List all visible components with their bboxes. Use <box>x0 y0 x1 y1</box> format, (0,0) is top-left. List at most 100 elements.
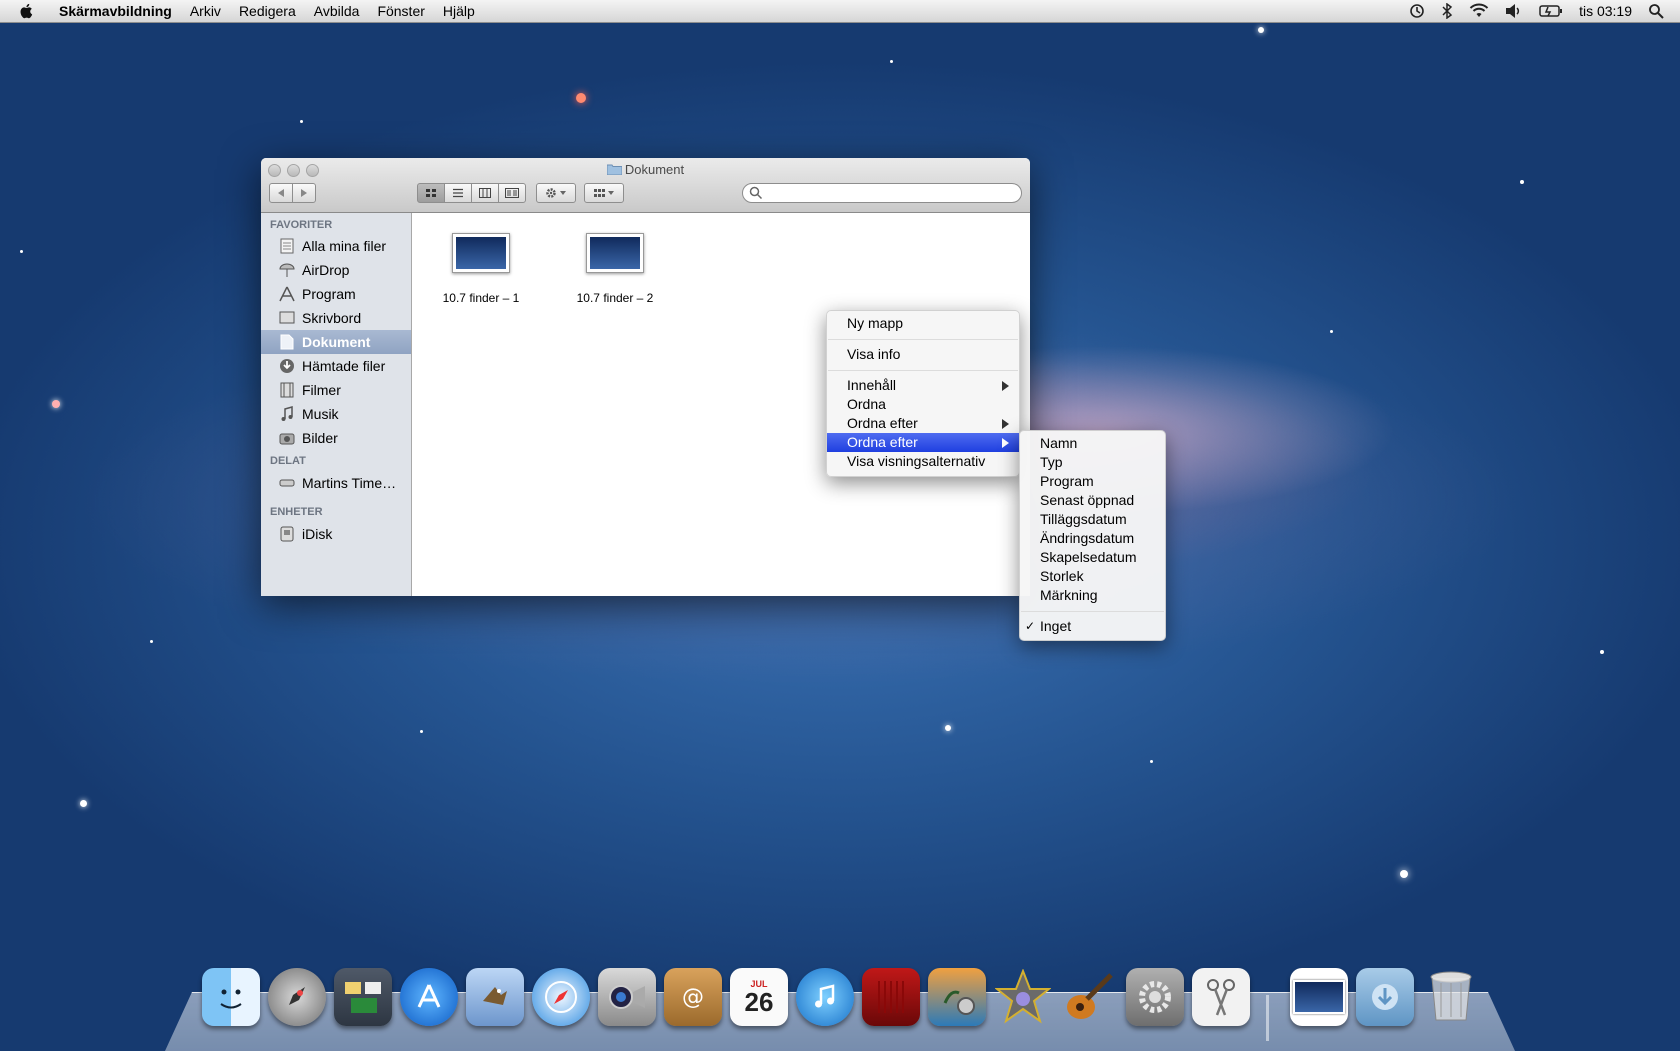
submenu-item-last-opened[interactable]: Senast öppnad <box>1020 491 1165 510</box>
downloads-stack-icon[interactable] <box>1356 968 1414 1026</box>
column-view-icon <box>479 188 491 198</box>
file-item[interactable]: 10.7 finder – 2 <box>560 233 670 305</box>
menu-item-arrange[interactable]: Ordna <box>827 395 1019 414</box>
search-field[interactable] <box>742 183 1022 203</box>
clock[interactable]: tis 03:19 <box>1579 3 1632 19</box>
sidebar-item-filmer[interactable]: Filmer <box>261 378 411 402</box>
icon-view-button[interactable] <box>417 183 445 203</box>
system-preferences-icon[interactable] <box>1126 968 1184 1026</box>
submenu-item-date-added[interactable]: Tilläggsdatum <box>1020 510 1165 529</box>
mission-control-icon[interactable] <box>334 968 392 1026</box>
menu-item-new-folder[interactable]: Ny mapp <box>827 314 1019 333</box>
sidebar-item-idisk[interactable]: iDisk <box>261 522 411 546</box>
spotlight-icon[interactable] <box>1648 3 1664 19</box>
trash-icon[interactable] <box>1422 968 1480 1026</box>
menu-hjalp[interactable]: Hjälp <box>434 0 484 22</box>
arrange-grid-icon <box>594 189 614 197</box>
star <box>1600 650 1604 654</box>
photo-booth-icon[interactable] <box>862 968 920 1026</box>
sidebar-item-downloads[interactable]: Hämtade filer <box>261 354 411 378</box>
star <box>1330 330 1333 333</box>
sidebar-item-label: AirDrop <box>302 262 350 278</box>
file-thumbnail <box>452 233 510 273</box>
sidebar-item-bilder[interactable]: Bilder <box>261 426 411 450</box>
icon-view-icon <box>426 189 436 197</box>
menu-arkiv[interactable]: Arkiv <box>181 0 230 22</box>
sidebar-item-all-files[interactable]: Alla mina filer <box>261 234 411 258</box>
menu-item-label: Ordna efter <box>847 415 918 431</box>
sidebar-item-program[interactable]: Program <box>261 282 411 306</box>
arrange-by-submenu: Namn Typ Program Senast öppnad Tilläggsd… <box>1019 430 1166 641</box>
submenu-item-none[interactable]: ✓ Inget <box>1020 617 1165 636</box>
column-view-button[interactable] <box>471 183 499 203</box>
submenu-item-name[interactable]: Namn <box>1020 434 1165 453</box>
sidebar-item-dokument[interactable]: Dokument <box>261 330 411 354</box>
facetime-icon[interactable] <box>598 968 656 1026</box>
file-name: 10.7 finder – 2 <box>576 291 654 305</box>
sidebar-item-label: Martins Time… <box>302 475 397 491</box>
submenu-item-date-created[interactable]: Skapelsedatum <box>1020 548 1165 567</box>
iphoto-icon[interactable] <box>928 968 986 1026</box>
grab-icon[interactable] <box>1192 968 1250 1026</box>
bluetooth-icon[interactable] <box>1441 3 1453 19</box>
airdrop-icon <box>279 262 295 278</box>
list-view-button[interactable] <box>444 183 472 203</box>
safari-icon[interactable] <box>532 968 590 1026</box>
sidebar-item-skrivbord[interactable]: Skrivbord <box>261 306 411 330</box>
ical-icon[interactable]: JUL 26 <box>730 968 788 1026</box>
devices-header: ENHETER <box>270 506 323 518</box>
submenu-item-size[interactable]: Storlek <box>1020 567 1165 586</box>
checkmark-icon: ✓ <box>1025 619 1036 633</box>
file-item[interactable]: 10.7 finder – 1 <box>426 233 536 305</box>
menu-item-arrange-by[interactable]: Ordna efter <box>827 414 1019 433</box>
menu-item-arrange-by-highlighted[interactable]: Ordna efter <box>827 433 1019 452</box>
sidebar-item-label: Filmer <box>302 382 341 398</box>
time-machine-icon[interactable] <box>1409 3 1425 19</box>
downloads-icon <box>279 358 295 374</box>
garageband-icon[interactable] <box>1060 968 1118 1026</box>
menu-item-content[interactable]: Innehåll <box>827 376 1019 395</box>
list-view-icon <box>453 188 463 198</box>
star <box>1520 180 1524 184</box>
wifi-icon[interactable] <box>1469 3 1489 19</box>
address-book-icon[interactable]: @ <box>664 968 722 1026</box>
status-area: tis 03:19 <box>1401 0 1680 22</box>
itunes-icon[interactable] <box>796 968 854 1026</box>
action-menu-button[interactable] <box>536 183 576 203</box>
menu-item-view-options[interactable]: Visa visningsalternativ <box>827 452 1019 471</box>
menu-redigera[interactable]: Redigera <box>230 0 305 22</box>
forward-button[interactable] <box>292 183 316 203</box>
screenshot-stack-icon[interactable] <box>1290 968 1348 1026</box>
arrange-button[interactable] <box>584 183 624 203</box>
sidebar-item-musik[interactable]: Musik <box>261 402 411 426</box>
sidebar-item-airdrop[interactable]: AirDrop <box>261 258 411 282</box>
app-menu[interactable]: Skärmavbildning <box>50 0 181 22</box>
launchpad-icon[interactable] <box>268 968 326 1026</box>
mail-icon[interactable] <box>466 968 524 1026</box>
submenu-item-label[interactable]: Märkning <box>1020 586 1165 605</box>
network-drive-icon <box>279 475 295 491</box>
submenu-item-date-modified[interactable]: Ändringsdatum <box>1020 529 1165 548</box>
cover-flow-button[interactable] <box>498 183 526 203</box>
back-button[interactable] <box>269 183 293 203</box>
star <box>80 800 87 807</box>
sidebar-item-label: Bilder <box>302 430 338 446</box>
submenu-item-kind[interactable]: Typ <box>1020 453 1165 472</box>
volume-icon[interactable] <box>1505 3 1523 19</box>
menu-separator <box>828 339 1018 340</box>
sidebar-item-label: Skrivbord <box>302 310 362 326</box>
submenu-item-application[interactable]: Program <box>1020 472 1165 491</box>
menu-avbilda[interactable]: Avbilda <box>305 0 369 22</box>
menu-item-get-info[interactable]: Visa info <box>827 345 1019 364</box>
menu-fonster[interactable]: Fönster <box>368 0 433 22</box>
menu-bar: Skärmavbildning Arkiv Redigera Avbilda F… <box>0 0 1680 23</box>
star <box>300 120 303 123</box>
sidebar-item-time-capsule[interactable]: Martins Time… <box>261 471 411 495</box>
imovie-icon[interactable] <box>994 968 1052 1026</box>
app-store-icon[interactable] <box>400 968 458 1026</box>
star <box>52 400 60 408</box>
finder-icon[interactable] <box>202 968 260 1026</box>
sidebar-item-label: Program <box>302 286 356 302</box>
apple-icon[interactable] <box>18 2 36 20</box>
battery-icon[interactable] <box>1539 4 1563 18</box>
